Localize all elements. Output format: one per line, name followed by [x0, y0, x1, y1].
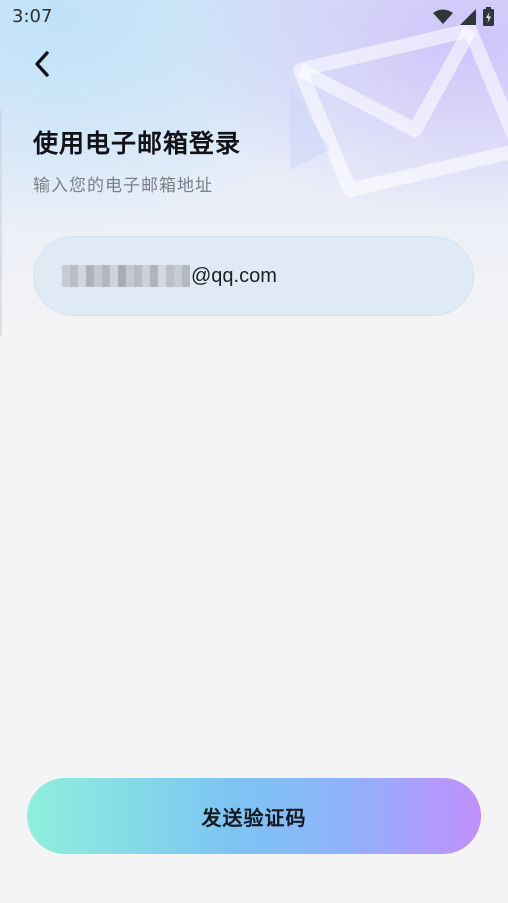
- send-code-button[interactable]: 发送验证码: [27, 778, 481, 854]
- status-time: 3:07: [12, 6, 53, 27]
- left-edge-divider: [0, 110, 2, 336]
- chevron-left-icon: [35, 51, 49, 77]
- status-bar: 3:07: [0, 0, 508, 34]
- status-icons: [433, 7, 494, 26]
- email-obscured-prefix: [62, 264, 190, 288]
- battery-charging-icon: [483, 7, 494, 26]
- cellular-signal-icon: [460, 8, 476, 25]
- email-value: @qq.com: [191, 264, 277, 287]
- wifi-icon: [433, 9, 453, 24]
- send-code-label: 发送验证码: [201, 805, 307, 830]
- page-title: 使用电子邮箱登录: [33, 129, 242, 158]
- page-subtitle: 输入您的电子邮箱地址: [33, 176, 213, 196]
- email-field[interactable]: @qq.com: [33, 236, 474, 316]
- back-button[interactable]: [22, 44, 62, 84]
